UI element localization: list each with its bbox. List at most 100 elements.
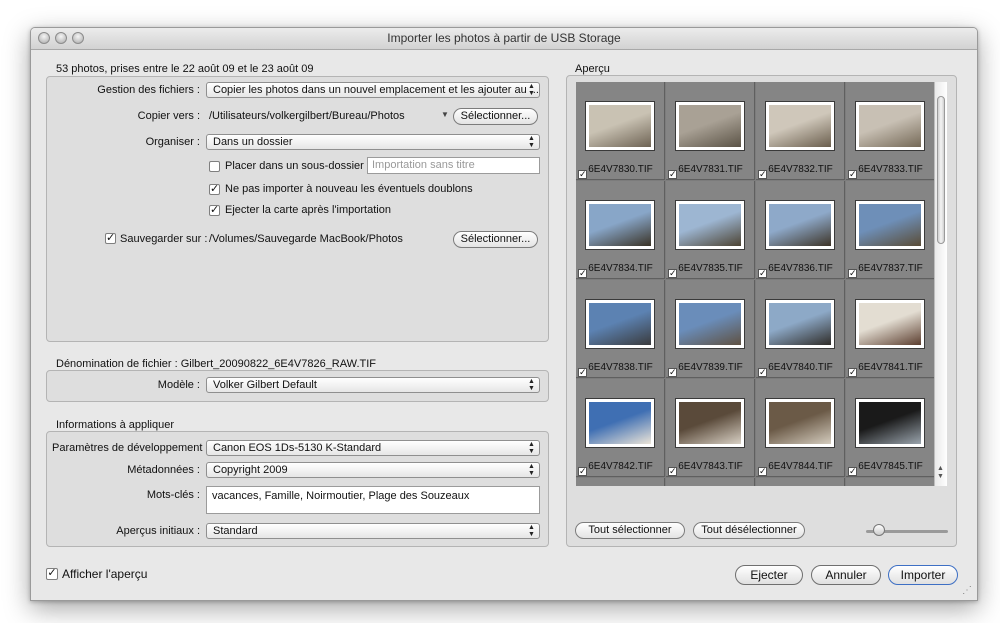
thumbnail-cell[interactable]: 6E4V7842.TIF ✓ (576, 379, 665, 477)
thumbnail-cell[interactable]: 6E4V7841.TIF ✓ (846, 280, 934, 378)
thumbnail-cell[interactable]: 6E4V7830.TIF ✓ (576, 82, 665, 180)
photo-include-checkbox[interactable]: ✓ (848, 368, 857, 377)
thumbnail-cell[interactable]: 6E4V7840.TIF ✓ (756, 280, 845, 378)
path-dropdown-arrow-icon[interactable]: ▼ (441, 110, 449, 119)
thumbnail-cell[interactable] (576, 478, 665, 486)
copy-to-label: Copier vers : (137, 110, 200, 122)
metadata-label: Métadonnées : (127, 464, 200, 476)
photo-filename: 6E4V7834.TIF (588, 263, 653, 274)
subfolder-name-input[interactable]: Importation sans titre (367, 157, 540, 174)
photo-thumbnail[interactable] (585, 398, 655, 448)
thumbnail-grid: 6E4V7830.TIF ✓ 6E4V7831.TIF ✓ 6E4V7832.TIF ✓ 6… (576, 82, 934, 486)
develop-settings-popup[interactable]: Canon EOS 1Ds-5130 K-Standard ▲ ▼ (206, 440, 540, 456)
photo-filename: 6E4V7830.TIF (588, 164, 653, 175)
photo-include-checkbox[interactable]: ✓ (668, 269, 677, 278)
photo-thumbnail[interactable] (585, 299, 655, 349)
thumbnail-size-slider-knob[interactable] (873, 524, 885, 536)
photo-thumbnail[interactable] (765, 101, 835, 151)
photo-thumbnail[interactable] (585, 200, 655, 250)
thumbnail-cell[interactable] (666, 478, 755, 486)
thumbnail-cell[interactable]: 6E4V7845.TIF ✓ (846, 379, 934, 477)
thumbnail-cell[interactable]: 6E4V7832.TIF ✓ (756, 82, 845, 180)
template-popup[interactable]: Volker Gilbert Default ▲ ▼ (206, 377, 540, 393)
scrollbar-thumb[interactable] (937, 96, 945, 244)
photo-include-checkbox[interactable]: ✓ (668, 170, 677, 179)
metadata-popup[interactable]: Copyright 2009 ▲ ▼ (206, 462, 540, 478)
cancel-button[interactable]: Annuler (811, 565, 881, 585)
photo-filename: 6E4V7836.TIF (768, 263, 833, 274)
photo-filename: 6E4V7838.TIF (588, 362, 653, 373)
photo-image (589, 303, 651, 345)
deselect-all-button[interactable]: Tout désélectionner (693, 522, 805, 539)
thumbnail-cell[interactable]: 6E4V7835.TIF ✓ (666, 181, 755, 279)
thumbnail-cell[interactable]: 6E4V7837.TIF ✓ (846, 181, 934, 279)
copy-to-select-button[interactable]: Sélectionner... (453, 108, 538, 125)
photo-image (859, 105, 921, 147)
backup-select-button[interactable]: Sélectionner... (453, 231, 538, 248)
subfolder-checkbox[interactable] (209, 161, 220, 172)
backup-label: Sauvegarder sur : (120, 233, 208, 245)
photo-filename: 6E4V7845.TIF (858, 461, 923, 472)
photo-include-checkbox[interactable]: ✓ (758, 170, 767, 179)
organize-popup[interactable]: Dans un dossier ▲ ▼ (206, 134, 540, 150)
photo-include-checkbox[interactable]: ✓ (758, 368, 767, 377)
photo-include-checkbox[interactable]: ✓ (758, 467, 767, 476)
photo-thumbnail[interactable] (675, 101, 745, 151)
thumbnail-cell[interactable]: 6E4V7836.TIF ✓ (756, 181, 845, 279)
photo-image (589, 105, 651, 147)
photo-image (589, 402, 651, 444)
photo-thumbnail[interactable] (855, 398, 925, 448)
thumbnail-cell[interactable]: 6E4V7834.TIF ✓ (576, 181, 665, 279)
photo-include-checkbox[interactable]: ✓ (848, 467, 857, 476)
photo-filename: 6E4V7841.TIF (858, 362, 923, 373)
eject-after-checkbox[interactable]: ✓ (209, 205, 220, 216)
keywords-textarea[interactable]: vacances, Famille, Noirmoutier, Plage de… (206, 486, 540, 514)
thumbnail-cell[interactable] (756, 478, 845, 486)
select-all-button[interactable]: Tout sélectionner (575, 522, 685, 539)
photo-include-checkbox[interactable]: ✓ (848, 269, 857, 278)
photo-thumbnail[interactable] (765, 200, 835, 250)
thumbnail-cell[interactable]: 6E4V7843.TIF ✓ (666, 379, 755, 477)
photo-include-checkbox[interactable]: ✓ (578, 368, 587, 377)
title-bar: Importer les photos à partir de USB Stor… (31, 28, 977, 50)
photo-thumbnail[interactable] (855, 101, 925, 151)
photo-thumbnail[interactable] (855, 299, 925, 349)
photo-filename: 6E4V7833.TIF (858, 164, 923, 175)
initial-previews-popup[interactable]: Standard ▲ ▼ (206, 523, 540, 539)
photo-include-checkbox[interactable]: ✓ (578, 269, 587, 278)
thumbnail-cell[interactable]: 6E4V7831.TIF ✓ (666, 82, 755, 180)
photo-thumbnail[interactable] (765, 299, 835, 349)
import-button[interactable]: Importer (888, 565, 958, 585)
photo-include-checkbox[interactable]: ✓ (578, 467, 587, 476)
photo-include-checkbox[interactable]: ✓ (668, 368, 677, 377)
thumbnail-cell[interactable]: 6E4V7833.TIF ✓ (846, 82, 934, 180)
thumbnail-cell[interactable]: 6E4V7838.TIF ✓ (576, 280, 665, 378)
eject-button[interactable]: Ejecter (735, 565, 803, 585)
no-duplicates-checkbox[interactable]: ✓ (209, 184, 220, 195)
thumbnail-cell[interactable]: 6E4V7844.TIF ✓ (756, 379, 845, 477)
scroll-arrows-icon[interactable]: ▲ ▼ (937, 465, 944, 481)
resize-grip-icon[interactable]: ⋰ (962, 585, 972, 596)
photo-thumbnail[interactable] (675, 299, 745, 349)
thumbnail-cell[interactable]: 6E4V7839.TIF ✓ (666, 280, 755, 378)
preview-header: Aperçu (575, 63, 610, 75)
photo-include-checkbox[interactable]: ✓ (758, 269, 767, 278)
photo-thumbnail[interactable] (675, 200, 745, 250)
photo-thumbnail[interactable] (765, 398, 835, 448)
photo-include-checkbox[interactable]: ✓ (848, 170, 857, 179)
show-preview-checkbox[interactable]: ✓ (46, 568, 58, 580)
file-handling-popup[interactable]: Copier les photos dans un nouvel emplace… (206, 82, 540, 98)
photo-filename: 6E4V7837.TIF (858, 263, 923, 274)
photo-image (679, 402, 741, 444)
metadata-value: Copyright 2009 (213, 464, 288, 476)
backup-checkbox[interactable]: ✓ (105, 233, 116, 244)
photo-include-checkbox[interactable]: ✓ (668, 467, 677, 476)
photo-include-checkbox[interactable]: ✓ (578, 170, 587, 179)
photo-thumbnail[interactable] (855, 200, 925, 250)
photo-thumbnail[interactable] (585, 101, 655, 151)
photo-thumbnail[interactable] (675, 398, 745, 448)
thumbnail-scrollbar[interactable]: ▲ ▼ (934, 82, 947, 486)
updown-arrows-icon: ▲ ▼ (528, 441, 535, 455)
thumbnail-cell[interactable] (846, 478, 934, 486)
develop-settings-value: Canon EOS 1Ds-5130 K-Standard (213, 442, 382, 454)
